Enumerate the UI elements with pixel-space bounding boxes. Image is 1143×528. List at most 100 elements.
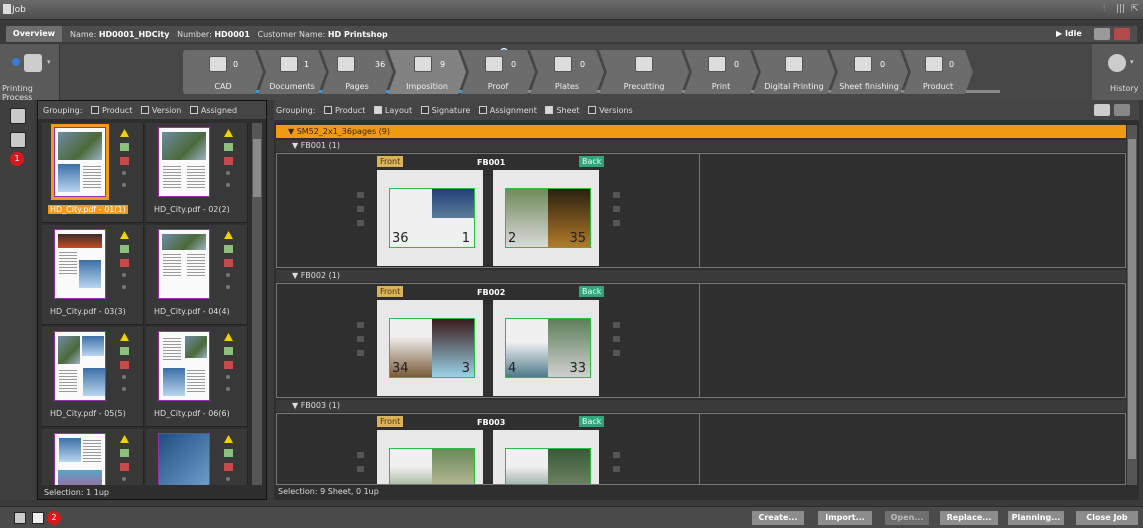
step-documents[interactable]: 1 Documents [258,50,326,94]
sheet-header-label: FB003 (1) [300,401,340,410]
page-thumbnail[interactable]: HD_City.pdf - 04(4) [146,225,248,325]
front-label[interactable]: Front [377,156,404,167]
layout-checkbox[interactable] [373,106,382,114]
proof-icon [485,56,503,72]
sheet-view-icon[interactable] [10,108,26,124]
sheet-header[interactable]: ▼ FB002 (1) [276,270,1126,282]
sheet-front-preview[interactable]: 34 3 [377,300,483,396]
split-icon[interactable]: ⫶ [1103,4,1105,14]
front-label[interactable]: Front [377,416,404,427]
sheet-back-preview[interactable]: 4 33 [493,300,599,396]
sheet-row: Front FB003 Back [276,413,1126,485]
flag-icon [224,463,233,471]
sheet-checkbox[interactable] [545,106,554,114]
sheet-header[interactable]: ▼ FB001 (1) [276,140,1126,152]
page-preview [158,331,210,401]
history-label: History [1110,84,1139,93]
stop-button[interactable] [1114,28,1130,40]
page-thumbnail[interactable] [146,429,248,485]
sheet-back-preview[interactable]: 2 35 [493,170,599,266]
sheet-front-preview[interactable]: 36 1 [377,170,483,266]
page-thumbnail[interactable]: HD_City.pdf - 02(2) [146,123,248,223]
columns-icon[interactable]: ||| [1116,4,1125,14]
page-thumbnail[interactable] [42,429,144,485]
scrollbar-thumb[interactable] [1128,139,1136,459]
step-label: Sheet finishing [839,82,899,91]
step-pages[interactable]: 36 Pages [321,50,393,94]
replace-button[interactable]: Replace... [940,511,998,525]
job-number: HD0001 [214,30,250,39]
page-list-scrollbar[interactable] [252,123,262,485]
page-thumbnail[interactable]: HD_City.pdf - 05(5) [42,327,144,427]
layout-group-header[interactable]: ▼ SM52_2x1_36pages (9) [276,125,1126,138]
sheet-front-preview[interactable] [377,430,483,484]
pages-icon [337,56,355,72]
page-number: 35 [569,231,586,246]
play-button[interactable] [1094,28,1110,40]
step-imposition[interactable]: 9 Imposition [388,50,466,94]
versions-checkbox[interactable] [588,106,597,114]
planning-button[interactable]: Planning... [1008,511,1064,525]
step-precutting[interactable]: Precutting [599,50,689,94]
page-thumbnail-grid: HD_City.pdf - 01(1) HD_City.pdf - 02(2) … [42,123,250,485]
open-button[interactable]: Open... [885,511,929,525]
detach-icon[interactable]: ⇱ [1131,4,1139,14]
step-label: Print [711,82,731,91]
sheet-list-scrollbar[interactable] [1127,125,1137,485]
step-proof[interactable]: 0 Proof [461,50,535,94]
sheet-name: FB003 [477,418,506,427]
page-view-icon[interactable] [10,132,26,148]
signature-checkbox[interactable] [420,106,429,114]
back-label[interactable]: Back [579,156,605,167]
step-print[interactable]: 0 Print [684,50,758,94]
sheet-header[interactable]: ▼ FB003 (1) [276,400,1126,412]
step-plates[interactable]: 0 Plates [530,50,604,94]
warning-icon [120,435,129,443]
warning-icon [120,231,129,239]
step-sheet-finishing[interactable]: 0 Sheet finishing [830,50,908,94]
scrollbar-thumb[interactable] [253,139,261,197]
front-label[interactable]: Front [377,286,404,297]
signature-option-label: Signature [431,106,471,115]
version-checkbox[interactable] [140,106,149,114]
sheet-header-label: FB002 (1) [300,271,340,280]
list-view-icon[interactable] [14,512,26,524]
page-thumbnail[interactable]: HD_City.pdf - 06(6) [146,327,248,427]
product-checkbox[interactable] [323,106,332,114]
grid-view-icon[interactable] [32,512,44,524]
step-count: 0 [949,60,955,69]
tab-overview[interactable]: Overview [6,26,62,42]
flag-icon [120,157,129,165]
precutting-icon [635,56,653,72]
version-option-label: Version [151,106,182,115]
zoom-button[interactable] [1114,104,1130,116]
step-label: CAD [214,82,232,91]
step-count: 36 [375,60,386,69]
product-checkbox[interactable] [90,106,99,114]
assigned-checkbox[interactable] [189,106,198,114]
job-name: HD0001_HDCity [98,30,170,39]
import-button[interactable]: Import... [818,511,872,525]
printing-process-button[interactable]: ▾ Printing Process [0,44,60,102]
close-job-button[interactable]: Close Job [1076,511,1138,525]
grouping-label: Grouping: [43,106,83,115]
create-button[interactable]: Create... [752,511,804,525]
step-product[interactable]: 0 Product [903,50,973,94]
step-cad[interactable]: 0 CAD [183,50,263,94]
thumbnail-caption: HD_City.pdf - 01(1) [48,205,128,214]
sheet-back-preview[interactable] [493,430,599,484]
badge-2: 2 [47,511,61,525]
page-thumbnail[interactable]: HD_City.pdf - 01(1) [42,123,144,223]
job-info-text: Name: HD0001_HDCity Number: HD0001 Custo… [70,30,388,39]
back-label[interactable]: Back [579,416,605,427]
assignment-checkbox[interactable] [478,106,487,114]
step-label: Precutting [623,82,665,91]
history-button[interactable]: ▾ History [1092,44,1143,100]
back-label[interactable]: Back [579,286,605,297]
sheet-name: FB002 [477,288,506,297]
thumbnail-caption: HD_City.pdf - 06(6) [154,409,230,418]
page-thumbnail[interactable]: HD_City.pdf - 03(3) [42,225,144,325]
view-options-button[interactable] [1094,104,1110,116]
product-option-label: Product [101,106,133,115]
step-digital-printing[interactable]: Digital Printing [753,50,835,94]
